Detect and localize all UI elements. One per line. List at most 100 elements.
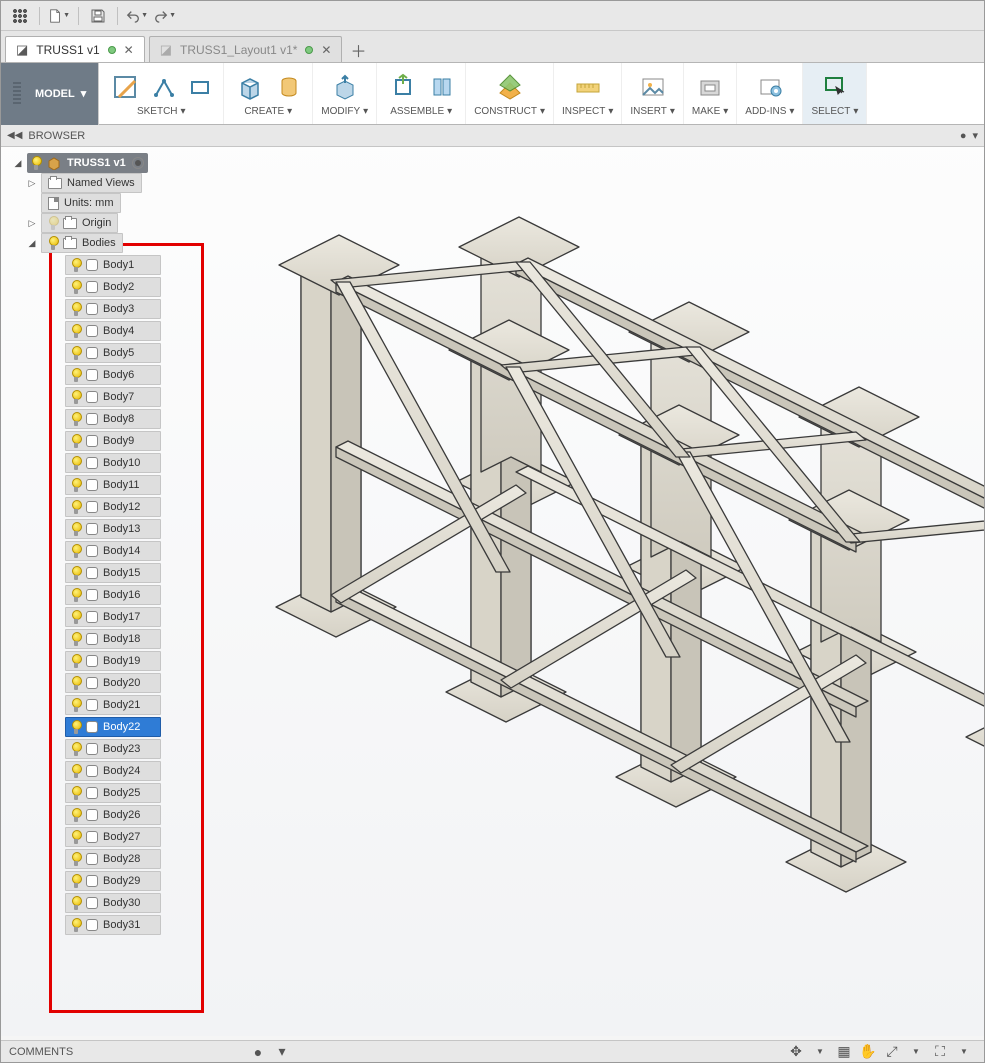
visibility-bulb-icon[interactable]	[71, 918, 81, 932]
body-item[interactable]: Body26	[65, 805, 161, 825]
body-item[interactable]: Body13	[65, 519, 161, 539]
visibility-bulb-icon[interactable]	[71, 830, 81, 844]
body-item[interactable]: Body22	[65, 717, 161, 737]
visibility-bulb-icon[interactable]	[71, 280, 81, 294]
expand-toggle-icon[interactable]	[27, 218, 37, 228]
tree-origin-row[interactable]: Origin	[25, 213, 271, 233]
line-tool-icon[interactable]	[149, 72, 179, 102]
select-tool-icon[interactable]	[817, 69, 853, 105]
3d-print-icon[interactable]	[692, 69, 728, 105]
body-item[interactable]: Body27	[65, 827, 161, 847]
body-item[interactable]: Body4	[65, 321, 161, 341]
visibility-bulb-icon[interactable]	[71, 456, 81, 470]
chevron-down-icon[interactable]: ▾	[447, 106, 452, 117]
body-item[interactable]: Body7	[65, 387, 161, 407]
chevron-down-icon[interactable]: ▾	[789, 106, 794, 117]
body-item[interactable]: Body6	[65, 365, 161, 385]
body-item[interactable]: Body9	[65, 431, 161, 451]
fit-icon[interactable]: ⛶	[928, 1043, 952, 1061]
visibility-bulb-icon[interactable]	[71, 258, 81, 272]
zoom-icon[interactable]: ⤢	[880, 1043, 904, 1061]
tree-units-row[interactable]: Units: mm	[25, 193, 271, 213]
cylinder-tool-icon[interactable]	[274, 72, 304, 102]
body-item[interactable]: Body8	[65, 409, 161, 429]
chevron-down-icon[interactable]: ▾	[181, 106, 186, 117]
visibility-bulb-icon[interactable]	[71, 368, 81, 382]
visibility-bulb-icon[interactable]	[71, 324, 81, 338]
visibility-bulb-icon[interactable]	[71, 588, 81, 602]
expand-toggle-icon[interactable]	[27, 238, 37, 248]
body-item[interactable]: Body29	[65, 871, 161, 891]
new-component-icon[interactable]	[385, 69, 421, 105]
body-item[interactable]: Body25	[65, 783, 161, 803]
collapse-browser-icon[interactable]: ◀◀	[7, 130, 22, 141]
expand-toggle-icon[interactable]	[13, 158, 23, 168]
visibility-bulb-icon[interactable]	[71, 654, 81, 668]
joint-tool-icon[interactable]	[427, 72, 457, 102]
body-item[interactable]: Body18	[65, 629, 161, 649]
visibility-bulb-icon[interactable]	[48, 216, 58, 230]
body-item[interactable]: Body12	[65, 497, 161, 517]
press-pull-icon[interactable]	[327, 69, 363, 105]
box-tool-icon[interactable]	[232, 69, 268, 105]
new-tab-button[interactable]: ＋	[346, 38, 370, 62]
chevron-down-icon[interactable]: ▾	[363, 106, 368, 117]
visibility-bulb-icon[interactable]	[71, 720, 81, 734]
body-item[interactable]: Body5	[65, 343, 161, 363]
visibility-bulb-icon[interactable]	[71, 786, 81, 800]
visibility-bulb-icon[interactable]	[71, 434, 81, 448]
chevron-down-icon[interactable]: ▾	[608, 106, 613, 117]
body-item[interactable]: Body19	[65, 651, 161, 671]
comments-menu-icon[interactable]: ▾	[270, 1043, 294, 1061]
body-item[interactable]: Body1	[65, 255, 161, 275]
body-item[interactable]: Body31	[65, 915, 161, 935]
visibility-bulb-icon[interactable]	[71, 676, 81, 690]
look-at-icon[interactable]: ▦	[832, 1043, 856, 1061]
body-item[interactable]: Body15	[65, 563, 161, 583]
chevron-down-icon[interactable]: ▾	[853, 106, 858, 117]
measure-icon[interactable]	[570, 69, 606, 105]
redo-button[interactable]: ▼	[154, 5, 176, 27]
orbit-center-icon[interactable]: ✥	[784, 1043, 808, 1061]
body-item[interactable]: Body30	[65, 893, 161, 913]
close-icon[interactable]: ✕	[321, 43, 331, 57]
pan-icon[interactable]: ✋	[856, 1043, 880, 1061]
close-icon[interactable]: ✕	[124, 43, 134, 57]
body-item[interactable]: Body2	[65, 277, 161, 297]
visibility-bulb-icon[interactable]	[71, 852, 81, 866]
undo-button[interactable]: ▼	[126, 5, 148, 27]
document-tab-inactive[interactable]: ◪ TRUSS1_Layout1 v1* ✕	[149, 36, 343, 62]
body-item[interactable]: Body14	[65, 541, 161, 561]
data-panel-button[interactable]	[9, 5, 31, 27]
display-menu-icon[interactable]: ▼	[952, 1043, 976, 1061]
visibility-bulb-icon[interactable]	[71, 742, 81, 756]
visibility-bulb-icon[interactable]	[71, 544, 81, 558]
new-file-button[interactable]: ▼	[48, 5, 70, 27]
visibility-bulb-icon[interactable]	[71, 632, 81, 646]
chevron-down-icon[interactable]: ▾	[723, 106, 728, 117]
body-item[interactable]: Body23	[65, 739, 161, 759]
visibility-bulb-icon[interactable]	[71, 808, 81, 822]
browser-settings-icon[interactable]: ●	[960, 130, 967, 142]
visibility-bulb-icon[interactable]	[31, 156, 41, 170]
visibility-bulb-icon[interactable]	[71, 500, 81, 514]
body-item[interactable]: Body10	[65, 453, 161, 473]
document-tab-active[interactable]: ◪ TRUSS1 v1 ✕	[5, 36, 145, 62]
body-item[interactable]: Body16	[65, 585, 161, 605]
visibility-bulb-icon[interactable]	[71, 522, 81, 536]
tree-named-views-row[interactable]: Named Views	[25, 173, 271, 193]
visibility-bulb-icon[interactable]	[71, 610, 81, 624]
visibility-bulb-icon[interactable]	[71, 764, 81, 778]
visibility-bulb-icon[interactable]	[71, 478, 81, 492]
visibility-bulb-icon[interactable]	[71, 874, 81, 888]
body-item[interactable]: Body20	[65, 673, 161, 693]
body-item[interactable]: Body28	[65, 849, 161, 869]
visibility-bulb-icon[interactable]	[71, 346, 81, 360]
addins-icon[interactable]	[752, 69, 788, 105]
visibility-bulb-icon[interactable]	[71, 302, 81, 316]
body-item[interactable]: Body3	[65, 299, 161, 319]
tree-bodies-row[interactable]: Bodies	[25, 233, 271, 253]
browser-menu-icon[interactable]: ▾	[972, 129, 978, 142]
visibility-bulb-icon[interactable]	[71, 412, 81, 426]
visibility-bulb-icon[interactable]	[71, 896, 81, 910]
